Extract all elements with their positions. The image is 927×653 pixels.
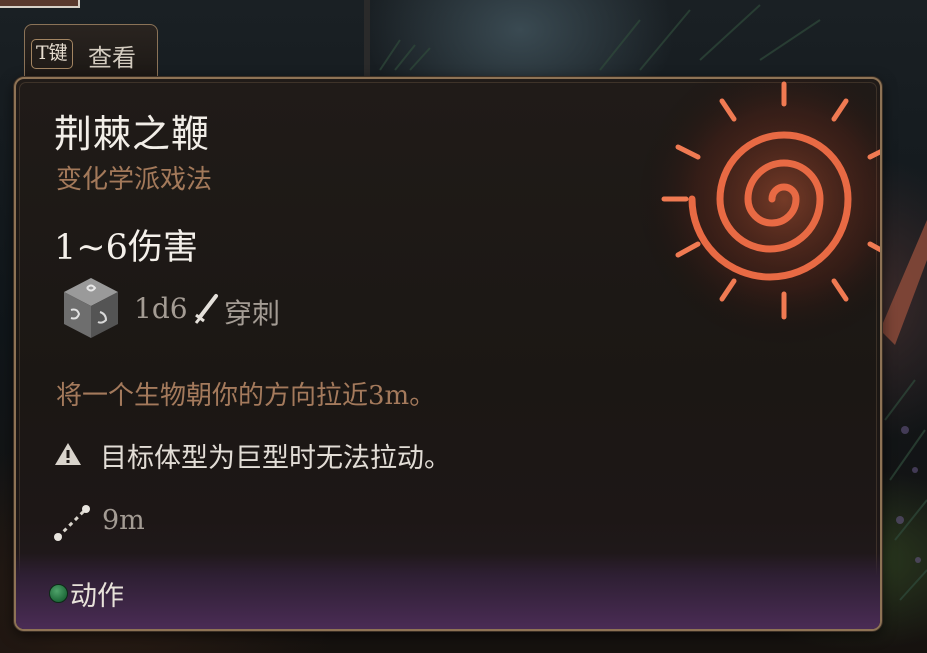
damage-detail-row: 1d6 穿刺 [60,274,460,344]
spell-name: 荆棘之鞭 [54,112,211,156]
action-resource-icon [49,584,68,603]
spell-tooltip: 荆棘之鞭 变化学派戏法 1~6伤害 1d6 穿刺 将一个生物朝你的方向拉近3m。 [14,77,882,631]
action-type-label: 动作 [70,581,124,612]
game-scene-background: T键 查看 荆棘之鞭 变化学派戏法 1~6伤害 1d6 穿刺 将一个生物朝你的方… [0,0,927,653]
spell-school: 变化学派戏法 [56,165,213,195]
dice-formula: 1d6 [134,292,188,325]
spell-description: 将一个生物朝你的方向拉近3m。 [56,381,436,411]
range-icon [54,505,90,541]
piercing-damage-icon [194,294,218,324]
examine-hint-tab[interactable]: T键 查看 [24,24,158,80]
party-portrait-frame[interactable] [0,0,80,8]
damage-summary: 1~6伤害 [54,228,198,268]
range-row: 9m [52,503,352,543]
warning-icon [55,443,81,465]
examine-label: 查看 [88,44,136,72]
tooltip-footer: 动作 [16,553,880,629]
warning-row: 目标体型为巨型时无法拉动。 [54,434,654,474]
thorn-whip-spiral-icon [634,79,880,349]
d6-dice-icon [64,278,118,338]
warning-text: 目标体型为巨型时无法拉动。 [100,443,451,474]
damage-type: 穿刺 [224,297,281,330]
keybind-badge: T键 [31,39,73,69]
range-value: 9m [102,505,145,536]
